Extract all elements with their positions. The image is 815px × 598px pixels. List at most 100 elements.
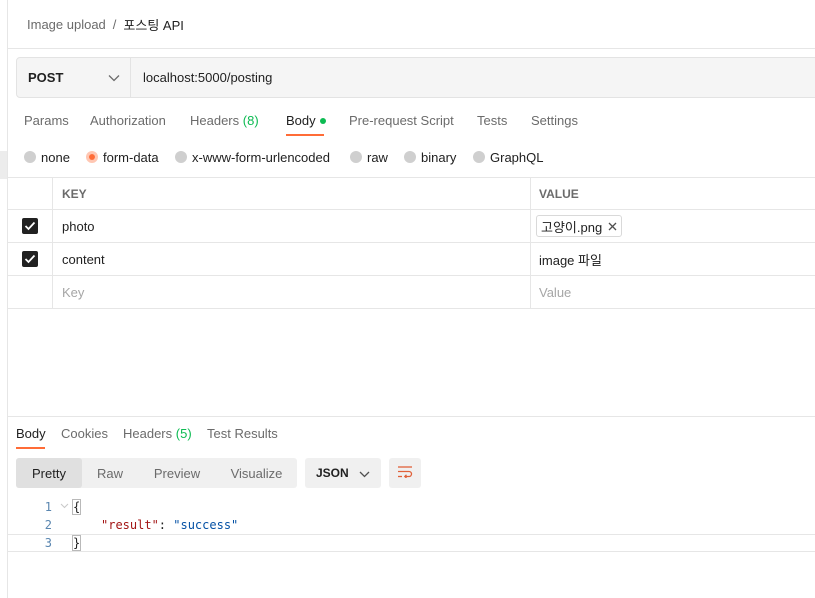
body-mode-none[interactable]: none xyxy=(24,149,70,165)
tab-params-label: Params xyxy=(24,113,69,128)
row-key[interactable]: content xyxy=(62,243,105,275)
body-mode-binary-label: binary xyxy=(421,149,457,165)
file-chip: 고양이.png xyxy=(536,215,623,237)
fold-chevron-icon[interactable] xyxy=(60,502,69,512)
code-line-current: 3 } xyxy=(8,534,815,552)
response-tab-test-results-label: Test Results xyxy=(207,426,278,441)
header-divider xyxy=(8,48,815,49)
url-input[interactable]: localhost:5000/posting xyxy=(131,58,272,97)
body-mode-binary[interactable]: binary xyxy=(404,149,456,165)
close-brace: } xyxy=(71,535,82,551)
active-tab-underline xyxy=(286,134,324,136)
row-value[interactable]: image 파일 xyxy=(530,243,815,275)
close-icon[interactable] xyxy=(608,219,617,234)
line-number: 2 xyxy=(44,518,52,532)
tab-authorization[interactable]: Authorization xyxy=(90,113,166,129)
wrap-lines-icon xyxy=(397,465,413,481)
wrap-lines-button[interactable] xyxy=(389,458,421,488)
response-tab-body[interactable]: Body xyxy=(16,426,46,442)
response-tab-headers[interactable]: Headers (5) xyxy=(123,426,192,442)
left-edge-marker xyxy=(0,151,7,179)
tab-prerequest-script[interactable]: Pre-request Script xyxy=(349,113,454,129)
code-line: 1 { xyxy=(8,498,815,516)
tab-settings[interactable]: Settings xyxy=(531,113,578,129)
request-bar: POST localhost:5000/posting xyxy=(16,57,815,98)
json-key: "result" xyxy=(101,518,159,532)
radio-none xyxy=(24,151,36,163)
tab-prerequest-label: Pre-request Script xyxy=(349,113,454,128)
body-mode-graphql-label: GraphQL xyxy=(490,149,544,165)
table-header-row: KEY VALUE xyxy=(8,177,815,210)
view-visualize-button[interactable]: Visualize xyxy=(216,458,297,488)
header-check-cell xyxy=(8,178,53,209)
json-value: "success" xyxy=(173,518,239,532)
response-tab-cookies[interactable]: Cookies xyxy=(61,426,108,442)
file-name: 고양이.png xyxy=(541,219,603,235)
row-check-cell xyxy=(8,276,53,308)
body-indicator-dot xyxy=(319,117,326,124)
chevron-down-icon xyxy=(359,466,370,481)
radio-form-data xyxy=(86,151,98,163)
tab-settings-label: Settings xyxy=(531,113,578,128)
new-key-input[interactable]: Key xyxy=(62,276,84,308)
method-select[interactable]: POST xyxy=(17,58,131,97)
body-mode-form-data-label: form-data xyxy=(103,149,159,165)
response-headers-count: (5) xyxy=(175,426,192,441)
headers-count: (8) xyxy=(242,113,259,128)
value-column-header: VALUE xyxy=(530,178,815,209)
tab-headers-label: Headers xyxy=(190,113,240,128)
body-mode-urlencoded[interactable]: x-www-form-urlencoded xyxy=(175,149,330,165)
response-tab-test-results[interactable]: Test Results xyxy=(207,426,278,442)
tab-headers[interactable]: Headers (8) xyxy=(190,113,259,129)
row-check-cell xyxy=(8,210,53,242)
key-column-header: KEY xyxy=(62,186,87,201)
table-row: content image 파일 xyxy=(8,243,815,276)
radio-binary xyxy=(404,151,416,163)
radio-raw xyxy=(350,151,362,163)
chevron-down-icon xyxy=(108,70,120,85)
table-row-empty: Key Value xyxy=(8,276,815,309)
row-key[interactable]: photo xyxy=(62,210,95,242)
table-row: photo 고양이.png xyxy=(8,210,815,243)
response-divider[interactable] xyxy=(8,416,815,417)
response-active-tab-underline xyxy=(16,447,45,449)
checkbox-checked-icon[interactable] xyxy=(22,218,38,234)
tab-body[interactable]: Body xyxy=(286,113,326,129)
tab-params[interactable]: Params xyxy=(24,113,69,129)
code-line: 2 "result": "success" xyxy=(8,516,815,534)
body-mode-urlencoded-label: x-www-form-urlencoded xyxy=(192,149,330,165)
tab-tests-label: Tests xyxy=(477,113,508,128)
request-name[interactable]: 포스팅 API xyxy=(123,15,183,34)
row-check-cell xyxy=(8,243,53,275)
view-preview-button[interactable]: Preview xyxy=(138,458,216,488)
tab-body-label: Body xyxy=(286,113,316,128)
code-text: } xyxy=(71,535,82,551)
format-label: JSON xyxy=(316,466,349,480)
breadcrumb: Image upload / 포스팅 API xyxy=(27,15,184,34)
response-tab-body-label: Body xyxy=(16,426,46,441)
new-value-input[interactable]: Value xyxy=(530,276,815,308)
view-pretty-button[interactable]: Pretty xyxy=(16,458,82,488)
response-code-editor[interactable]: 1 { 2 "result": "success" 3 } xyxy=(8,498,815,552)
body-mode-raw[interactable]: raw xyxy=(350,149,388,165)
radio-urlencoded xyxy=(175,151,187,163)
method-label: POST xyxy=(28,70,64,85)
code-text: { xyxy=(71,499,82,515)
breadcrumb-collection[interactable]: Image upload xyxy=(27,17,106,32)
breadcrumb-separator: / xyxy=(112,16,117,32)
checkbox-checked-icon[interactable] xyxy=(22,251,38,267)
line-number: 1 xyxy=(44,500,52,514)
row-value[interactable]: 고양이.png xyxy=(530,210,815,242)
body-mode-none-label: none xyxy=(41,149,70,165)
view-raw-button[interactable]: Raw xyxy=(82,458,138,488)
line-number: 3 xyxy=(44,536,52,550)
tab-tests[interactable]: Tests xyxy=(477,113,507,129)
form-data-table: KEY VALUE photo 고양이.png content image 파일 xyxy=(8,177,815,309)
response-tab-cookies-label: Cookies xyxy=(61,426,108,441)
open-brace: { xyxy=(71,499,82,515)
radio-graphql xyxy=(473,151,485,163)
body-mode-form-data[interactable]: form-data xyxy=(86,149,159,165)
format-select[interactable]: JSON xyxy=(305,458,381,488)
body-mode-graphql[interactable]: GraphQL xyxy=(473,149,543,165)
json-colon: : xyxy=(158,518,174,532)
